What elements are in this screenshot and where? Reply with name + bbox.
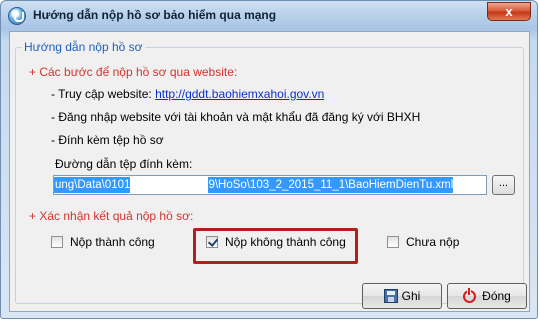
step-login: - Đăng nhập website với tài khoản và mật… bbox=[51, 110, 421, 124]
step-access-label: - Truy cập website: bbox=[51, 87, 152, 101]
close-label: Đóng bbox=[482, 289, 511, 303]
path-selected-text: ung\Data\0101 9\HoSo\103_2_2015_11_1\BaoH… bbox=[54, 177, 454, 193]
option-not-submitted[interactable]: Chưa nộp bbox=[387, 235, 459, 249]
not-submitted-checkbox[interactable] bbox=[387, 236, 399, 248]
group-legend: Hướng dẫn nộp hồ sơ bbox=[24, 40, 143, 54]
website-link[interactable]: http://gddt.baohiemxahoi.gov.vn bbox=[155, 87, 324, 101]
floppy-disk-icon bbox=[383, 289, 398, 303]
not-submitted-label: Chưa nộp bbox=[406, 235, 460, 249]
success-label: Nộp thành công bbox=[70, 235, 155, 249]
highlight-annotation-box bbox=[193, 228, 358, 264]
step-access-website: - Truy cập website: http://gddt.baohiemx… bbox=[51, 87, 324, 101]
browse-button[interactable]: ... bbox=[492, 175, 515, 195]
close-window-button[interactable]: x bbox=[487, 2, 531, 21]
success-checkbox[interactable] bbox=[51, 236, 63, 248]
title-bar[interactable]: Hướng dẫn nộp hồ sơ bảo hiểm qua mạng x bbox=[1, 1, 537, 31]
app-logo-icon bbox=[8, 7, 26, 25]
steps-heading: + Các bước để nộp hồ sơ qua website: bbox=[29, 65, 238, 79]
redacted-block bbox=[130, 177, 209, 193]
save-label: Ghi bbox=[401, 289, 421, 303]
path-label: Đường dẫn tệp đính kèm: bbox=[55, 157, 193, 171]
result-heading: + Xác nhận kết quả nộp hồ sơ: bbox=[29, 209, 194, 223]
close-button[interactable]: Đóng bbox=[447, 283, 527, 309]
dialog-window: Hướng dẫn nộp hồ sơ bảo hiểm qua mạng x … bbox=[0, 0, 538, 319]
attachment-path-input[interactable]: ung\Data\0101 9\HoSo\103_2_2015_11_1\BaoH… bbox=[53, 175, 487, 195]
option-submitted-success[interactable]: Nộp thành công bbox=[51, 235, 155, 249]
step-attach: - Đính kèm tệp hồ sơ bbox=[51, 133, 164, 147]
window-title: Hướng dẫn nộp hồ sơ bảo hiểm qua mạng bbox=[33, 8, 277, 22]
save-button[interactable]: Ghi bbox=[362, 283, 442, 309]
instructions-group: Hướng dẫn nộp hồ sơ bbox=[15, 40, 524, 304]
dialog-body: Hướng dẫn nộp hồ sơ + Các bước để nộp hồ… bbox=[9, 31, 530, 312]
power-icon bbox=[463, 287, 477, 303]
